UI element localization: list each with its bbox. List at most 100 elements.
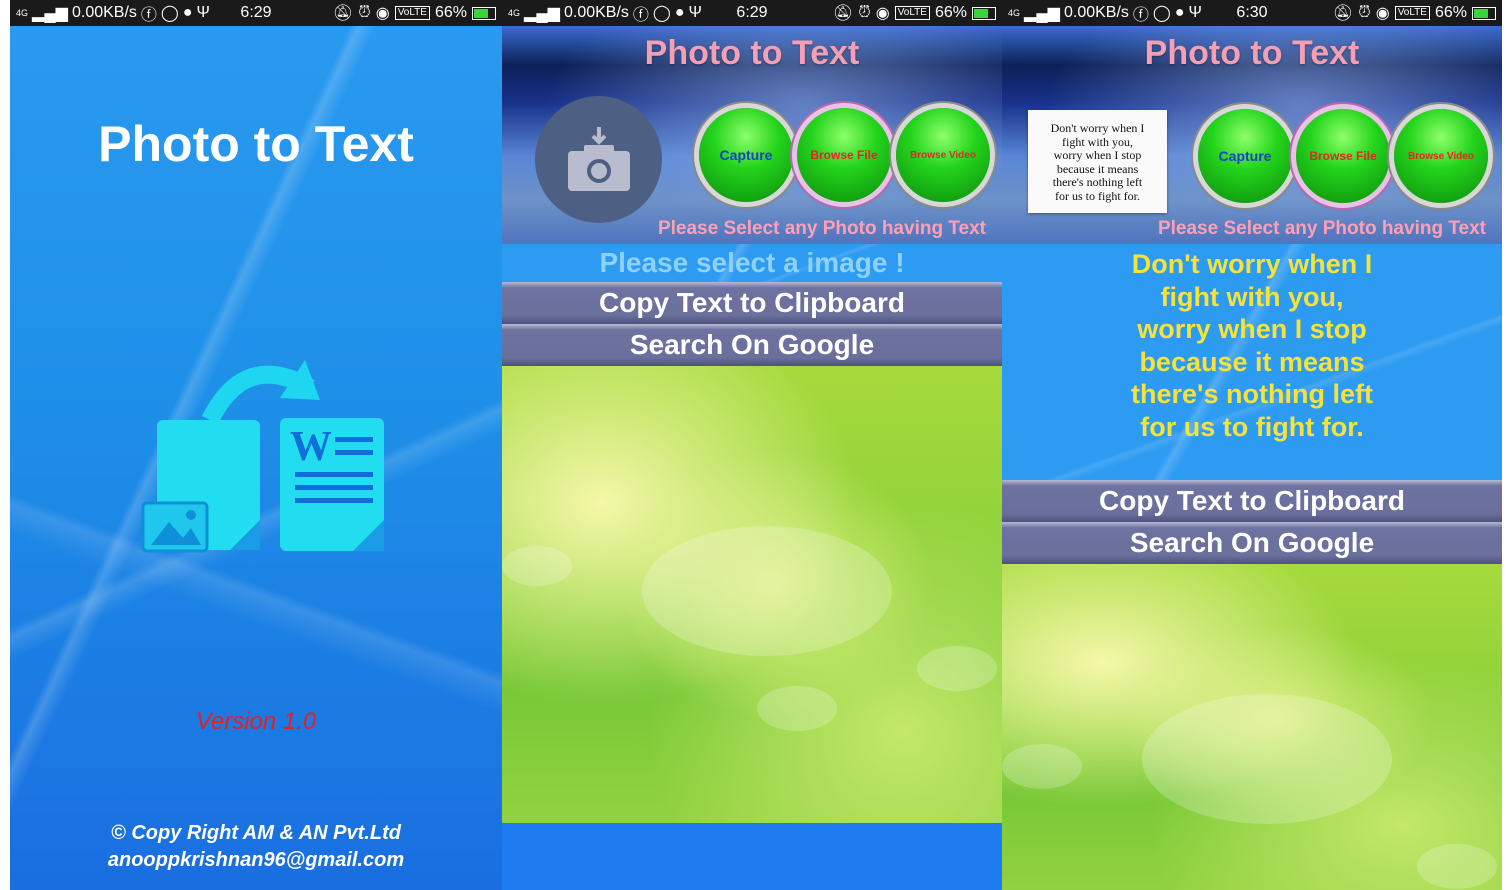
copy-clipboard-button[interactable]: Copy Text to Clipboard: [1002, 480, 1502, 522]
footer-area: [502, 823, 1002, 890]
battery-icon: [472, 6, 496, 20]
battery-icon: [972, 6, 996, 20]
message-icon: ●: [1174, 4, 1185, 21]
result-area: Please select a image !: [502, 244, 1002, 282]
network-type: 4G: [16, 8, 29, 18]
network-type: 4G: [1008, 8, 1021, 18]
capture-label: Capture: [1218, 148, 1272, 164]
preview-line: Don't worry when I: [1050, 121, 1145, 135]
browse-video-label: Browse Video: [1408, 150, 1474, 162]
preview-line: because it means: [1056, 161, 1139, 176]
browse-file-button[interactable]: Browse File: [1296, 109, 1390, 203]
usb-icon: Ψ: [196, 4, 210, 21]
battery-icon: [1472, 6, 1496, 20]
main-screen-result: 4G ▂▄▆ 0.00KB/s ⓕ ◯ ● Ψ 6:30 🔕︎ ⏰︎ ◉ VoL…: [1002, 0, 1502, 890]
select-photo-prompt: Please Select any Photo having Text: [657, 218, 986, 239]
copyright-text: © Copy Right AM & AN Pvt.Ltd: [111, 822, 401, 844]
volte-badge: VoLTE: [1394, 6, 1430, 20]
app-logo-icon: W: [141, 360, 384, 553]
app-title: Photo to Text: [644, 34, 860, 72]
capture-button[interactable]: Capture: [1198, 109, 1292, 203]
capture-label: Capture: [719, 147, 773, 163]
result-line: Don't worry when I: [1131, 249, 1373, 279]
eye-icon: ◉: [1375, 5, 1390, 22]
recognized-text[interactable]: Don't worry when I fight with you, worry…: [1002, 248, 1502, 443]
browse-video-button[interactable]: Browse Video: [896, 108, 990, 202]
message-icon: ●: [674, 4, 685, 21]
preview-line: fight with you,: [1062, 134, 1133, 149]
mute-icon: 🔕︎: [1332, 5, 1354, 22]
battery-percent: 66%: [934, 4, 967, 21]
search-google-label: Search On Google: [629, 329, 875, 360]
background-area: [1002, 564, 1502, 890]
signal-icon: ▂▄▆: [32, 5, 68, 22]
alarm-icon: ⏰︎: [358, 4, 371, 21]
usb-icon: Ψ: [688, 4, 702, 21]
search-google-button[interactable]: Search On Google: [1002, 522, 1502, 564]
splash-title: Photo to Text: [98, 116, 414, 172]
network-type: 4G: [508, 8, 521, 18]
whatsapp-icon: ◯: [1152, 5, 1171, 22]
whatsapp-icon: ◯: [160, 5, 179, 22]
status-bar: 4G ▂▄▆ 0.00KB/s ⓕ ◯ ● Ψ 6:29 🔕︎ ⏰︎ ◉ VoL…: [10, 0, 502, 26]
developer-email: anooppkrishnan96@gmail.com: [107, 849, 405, 871]
message-icon: ●: [182, 4, 193, 21]
copy-clipboard-label: Copy Text to Clipboard: [599, 287, 905, 318]
signal-icon: ▂▄▆: [524, 5, 560, 22]
facebook-icon: ⓕ: [632, 7, 649, 24]
battery-percent: 66%: [434, 4, 467, 21]
empty-message: Please select a image !: [599, 247, 905, 278]
usb-icon: Ψ: [1188, 4, 1202, 21]
app-title: Photo to Text: [1144, 34, 1360, 72]
whatsapp-icon: ◯: [652, 5, 671, 22]
app-header: Photo to Text Don't worry when I fight w…: [1002, 26, 1502, 244]
net-speed: 0.00KB/s: [71, 4, 137, 21]
main-screen-empty: 4G ▂▄▆ 0.00KB/s ⓕ ◯ ● Ψ 6:29 🔕︎ ⏰︎ ◉ VoL…: [502, 0, 1002, 890]
image-placeholder[interactable]: [535, 96, 662, 223]
facebook-icon: ⓕ: [1132, 7, 1149, 24]
browse-video-label: Browse Video: [910, 149, 976, 161]
preview-line: for us to fight for.: [1055, 188, 1140, 203]
copy-clipboard-button[interactable]: Copy Text to Clipboard: [502, 282, 1002, 324]
copy-clipboard-label: Copy Text to Clipboard: [1099, 485, 1405, 516]
preview-line: there's nothing left: [1052, 175, 1143, 189]
net-speed: 0.00KB/s: [1063, 4, 1129, 21]
volte-badge: VoLTE: [394, 6, 430, 20]
result-area: Don't worry when I fight with you, worry…: [1002, 244, 1502, 480]
browse-file-label: Browse File: [1309, 149, 1377, 163]
signal-icon: ▂▄▆: [1024, 5, 1060, 22]
background-area: [502, 366, 1002, 823]
app-header: Photo to Text Capture Browse File Browse…: [502, 26, 1002, 244]
selected-image-preview[interactable]: Don't worry when I fight with you, worry…: [1028, 110, 1167, 213]
battery-percent: 66%: [1434, 4, 1467, 21]
capture-button[interactable]: Capture: [699, 108, 793, 202]
browse-file-label: Browse File: [810, 148, 878, 162]
eye-icon: ◉: [875, 5, 890, 22]
copyright-block: © Copy Right AM & AN Pvt.Ltd anooppkrish…: [10, 820, 502, 874]
alarm-icon: ⏰︎: [1358, 4, 1371, 21]
result-line: worry when I stop: [1137, 314, 1367, 344]
select-photo-prompt: Please Select any Photo having Text: [1157, 218, 1486, 239]
eye-icon: ◉: [375, 5, 390, 22]
browse-file-button[interactable]: Browse File: [797, 108, 891, 202]
status-bar: 4G ▂▄▆ 0.00KB/s ⓕ ◯ ● Ψ 6:30 🔕︎ ⏰︎ ◉ VoL…: [1002, 0, 1502, 26]
splash-screen: 4G ▂▄▆ 0.00KB/s ⓕ ◯ ● Ψ 6:29 🔕︎ ⏰︎ ◉ VoL…: [10, 0, 502, 890]
preview-line: worry when I stop: [1053, 148, 1142, 162]
search-google-button[interactable]: Search On Google: [502, 324, 1002, 366]
volte-badge: VoLTE: [894, 6, 930, 20]
result-line: for us to fight for.: [1140, 411, 1364, 442]
version-label: Version 1.0: [195, 708, 317, 735]
net-speed: 0.00KB/s: [563, 4, 629, 21]
result-line: fight with you,: [1160, 281, 1344, 312]
mute-icon: 🔕︎: [832, 5, 854, 22]
facebook-icon: ⓕ: [140, 7, 157, 24]
status-bar: 4G ▂▄▆ 0.00KB/s ⓕ ◯ ● Ψ 6:29 🔕︎ ⏰︎ ◉ VoL…: [502, 0, 1002, 26]
mute-icon: 🔕︎: [332, 5, 354, 22]
alarm-icon: ⏰︎: [858, 4, 871, 21]
search-google-label: Search On Google: [1129, 527, 1375, 558]
svg-text:W: W: [290, 424, 332, 470]
browse-video-button[interactable]: Browse Video: [1394, 109, 1488, 203]
result-line: there's nothing left: [1131, 379, 1373, 409]
result-line: because it means: [1139, 346, 1365, 377]
camera-icon: [567, 126, 630, 191]
